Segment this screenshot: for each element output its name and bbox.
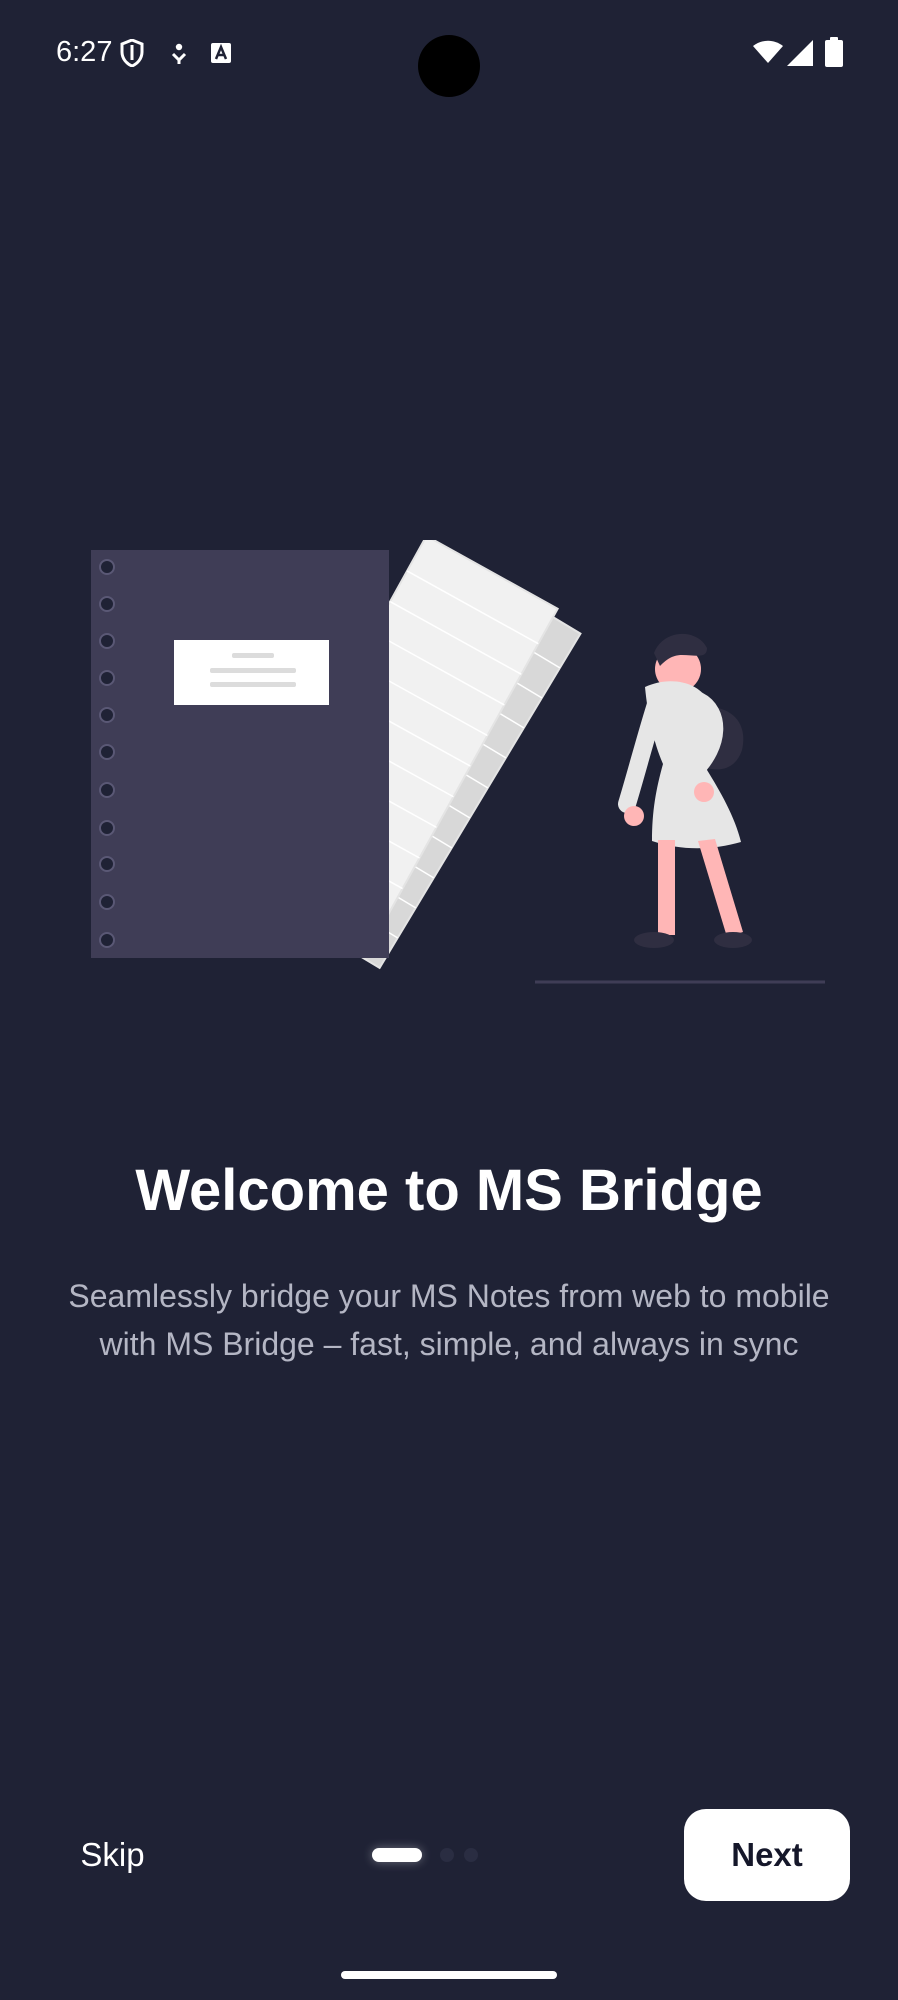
- page-indicator-dot-2: [440, 1848, 454, 1862]
- page-indicator: [372, 1842, 482, 1868]
- welcome-title: Welcome to MS Bridge: [135, 1158, 763, 1223]
- front-camera-cutout: [418, 35, 480, 97]
- accessibility-icon: [211, 43, 231, 63]
- status-time: 6:27: [56, 36, 113, 68]
- notebook: [91, 550, 389, 958]
- notebook-and-woman-illustration: [91, 540, 825, 984]
- skip-button[interactable]: Skip: [55, 1818, 170, 1892]
- wifi-icon: [753, 40, 783, 63]
- page-indicator-active-dot: [372, 1848, 422, 1862]
- status-bar: 6:27: [0, 0, 898, 104]
- woman-figure: [535, 633, 825, 984]
- home-indicator[interactable]: [341, 1971, 557, 1979]
- next-button[interactable]: Next: [684, 1809, 850, 1901]
- cell-signal-icon: [787, 40, 813, 66]
- battery-icon: [825, 37, 843, 67]
- page-indicator-dot-3: [464, 1848, 478, 1862]
- activity-icon: [171, 43, 187, 64]
- welcome-description: Seamlessly bridge your MS Notes from web…: [68, 1278, 830, 1362]
- shield-icon: [120, 39, 144, 67]
